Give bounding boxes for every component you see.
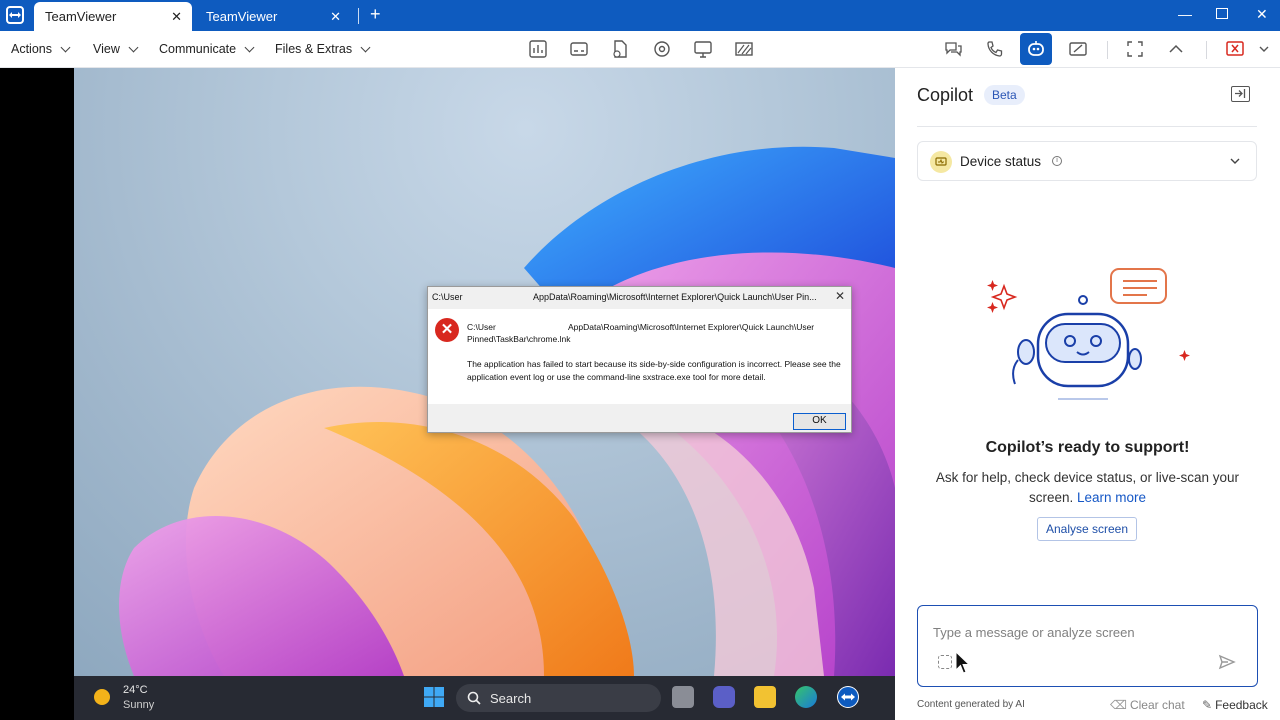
weather-temperature[interactable]: 24°C (123, 684, 148, 696)
dialog-message: The application has failed to start beca… (467, 359, 841, 382)
close-icon[interactable]: ✕ (330, 9, 341, 25)
new-tab-icon[interactable]: + (370, 4, 381, 25)
tab-label: TeamViewer (206, 9, 278, 24)
title-bar: TeamViewer ✕ TeamViewer ✕ + — ✕ (0, 0, 1280, 31)
clear-chat-label: Clear chat (1129, 698, 1185, 712)
session-toolbar: Actions View Communicate Files & Extras (0, 31, 1280, 68)
dashboard-icon[interactable] (528, 39, 548, 59)
task-view-icon[interactable] (672, 686, 694, 708)
teamviewer-logo-icon (6, 6, 24, 24)
tab-teamviewer-1[interactable]: TeamViewer ✕ (34, 2, 192, 31)
error-icon: ✕ (435, 318, 459, 342)
copilot-robot-illustration (987, 268, 1190, 400)
teams-icon[interactable] (713, 686, 735, 708)
close-icon[interactable]: ✕ (171, 9, 182, 25)
feedback-button[interactable]: ✎ Feedback (1202, 698, 1268, 712)
monitor-select-icon[interactable] (569, 39, 589, 59)
dialog-title-path-end: AppData\Roaming\Microsoft\Internet Explo… (533, 292, 817, 302)
end-session-icon[interactable] (1225, 39, 1245, 59)
chevron-down-icon (128, 42, 139, 52)
feedback-label: Feedback (1215, 698, 1268, 712)
ready-title: Copilot’s ready to support! (985, 439, 1190, 456)
device-status-label: Device status (960, 154, 1042, 169)
ok-button[interactable]: OK (793, 413, 846, 430)
copilot-button[interactable] (1020, 33, 1052, 65)
maximize-icon[interactable] (1216, 8, 1228, 19)
feedback-icon: ✎ (1202, 698, 1213, 712)
menu-files-extras[interactable]: Files & Extras (275, 42, 371, 56)
file-transfer-icon[interactable] (610, 39, 630, 59)
minimize-icon[interactable]: — (1178, 6, 1192, 22)
panel-title: Copilot (917, 85, 974, 105)
menu-label: Files & Extras (275, 42, 353, 56)
send-icon[interactable] (1218, 653, 1236, 671)
menu-view[interactable]: View (93, 42, 139, 56)
chevron-down-icon (244, 42, 255, 52)
screen-scan-icon[interactable] (938, 655, 952, 669)
toolbar-divider (1206, 41, 1207, 59)
chevron-down-icon[interactable] (1257, 39, 1271, 59)
screen-share-icon[interactable] (693, 39, 713, 59)
dialog-path-end: AppData\Roaming\Microsoft\Internet Explo… (568, 322, 815, 332)
chevron-up-icon[interactable] (1166, 39, 1186, 59)
annotate-icon[interactable] (1068, 39, 1088, 59)
copilot-panel: Copilot Beta Device status i Copilot’s r… (895, 68, 1280, 720)
device-status-dropdown[interactable]: Device status i (917, 141, 1257, 181)
tab-label: TeamViewer (45, 9, 117, 24)
windows-start-icon[interactable] (423, 686, 445, 708)
weather-condition[interactable]: Sunny (123, 699, 154, 711)
search-label: Search (490, 691, 532, 706)
remote-control-icon[interactable] (652, 39, 672, 59)
dialog-title-path-start: C:\User (432, 292, 463, 302)
collapse-panel-icon[interactable] (1231, 86, 1250, 102)
chevron-down-icon (60, 42, 71, 52)
menu-label: Communicate (159, 42, 237, 56)
error-dialog: C:\User AppData\Roaming\Microsoft\Intern… (427, 286, 852, 433)
remote-taskbar: 24°C Sunny Search (74, 676, 895, 720)
clear-chat-icon: ⌫ (1110, 698, 1127, 712)
close-window-icon[interactable]: ✕ (1256, 6, 1268, 23)
whiteboard-icon[interactable] (734, 39, 754, 59)
chevron-down-icon (360, 42, 371, 52)
message-placeholder: Type a message or analyze screen (933, 625, 1135, 640)
chat-icon[interactable] (943, 39, 963, 59)
search-icon (467, 691, 481, 705)
info-icon[interactable]: i (1052, 156, 1062, 166)
beta-badge: Beta (984, 85, 1025, 105)
dialog-path-line2: Pinned\TaskBar\chrome.lnk (467, 334, 571, 344)
menu-actions[interactable]: Actions (11, 42, 71, 56)
fullscreen-icon[interactable] (1125, 39, 1145, 59)
call-icon[interactable] (985, 39, 1005, 59)
tab-teamviewer-2[interactable]: TeamViewer ✕ (195, 2, 351, 31)
analyse-screen-button[interactable]: Analyse screen (1037, 517, 1137, 541)
ai-content-note: Content generated by AI (917, 699, 1025, 710)
device-status-icon (930, 151, 952, 173)
chevron-down-icon (1230, 158, 1240, 164)
dialog-body: ✕ C:\User AppData\Roaming\Microsoft\Inte… (428, 309, 851, 404)
dialog-path-start: C:\User (467, 322, 496, 332)
menu-communicate[interactable]: Communicate (159, 42, 255, 56)
clear-chat-button[interactable]: ⌫ Clear chat (1110, 698, 1185, 712)
teamviewer-app-icon[interactable] (837, 686, 859, 708)
toolbar-divider (1107, 41, 1108, 59)
close-icon[interactable]: ✕ (835, 289, 845, 303)
sun-icon[interactable] (94, 689, 110, 705)
menu-label: View (93, 42, 120, 56)
taskbar-search-box[interactable]: Search (456, 684, 661, 712)
edge-browser-icon[interactable] (795, 686, 817, 708)
learn-more-link[interactable]: Learn more (1077, 490, 1146, 505)
mouse-cursor-icon (955, 651, 971, 674)
ready-description: Ask for help, check device status, or li… (925, 468, 1250, 508)
divider (917, 126, 1257, 127)
menu-label: Actions (11, 42, 52, 56)
file-explorer-icon[interactable] (754, 686, 776, 708)
tab-divider (358, 8, 359, 24)
copilot-icon (1028, 41, 1044, 56)
